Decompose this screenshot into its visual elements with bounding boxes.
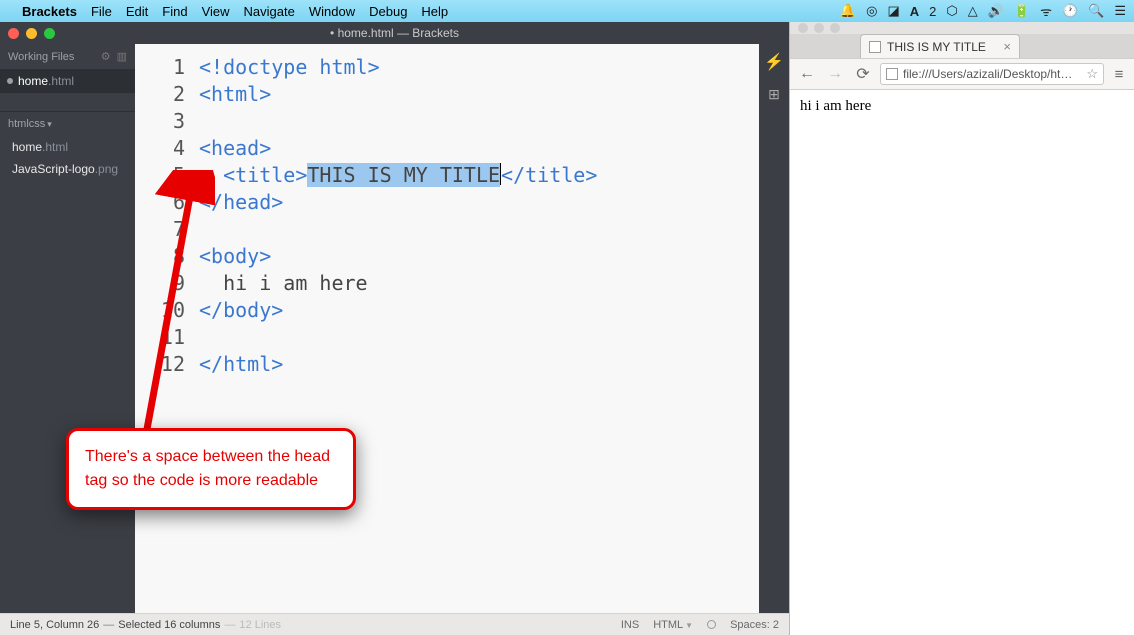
window-minimize-button[interactable]	[26, 28, 37, 39]
project-header[interactable]: htmlcss▾	[0, 111, 135, 136]
bell-icon[interactable]: 🔔	[840, 3, 856, 19]
brackets-titlebar[interactable]: • home.html — Brackets	[0, 22, 789, 44]
browser-viewport: hi i am here	[790, 90, 1134, 635]
app-name[interactable]: Brackets	[22, 4, 77, 19]
working-files-header[interactable]: Working Files ⚙ ▥	[0, 44, 135, 69]
page-icon	[886, 68, 898, 80]
page-icon	[869, 41, 881, 53]
window-close-button[interactable]	[8, 28, 19, 39]
menu-edit[interactable]: Edit	[126, 4, 148, 19]
file-ext: .html	[48, 74, 74, 88]
menu-file[interactable]: File	[91, 4, 112, 19]
status-linting-icon[interactable]	[707, 620, 716, 629]
address-bar[interactable]: file:///Users/azizali/Desktop/htm… ☆	[880, 63, 1104, 85]
code-area[interactable]: <!doctype html><html> <head> <title>THIS…	[195, 44, 759, 613]
annotation-callout: There's a space between the head tag so …	[66, 428, 356, 510]
list-icon[interactable]: ☰	[1114, 3, 1126, 19]
number-badge[interactable]: 2	[929, 4, 936, 19]
circle-icon[interactable]: ◎	[866, 3, 877, 19]
chrome-menu-icon[interactable]: ≡	[1110, 66, 1128, 83]
clock-icon[interactable]: 🕐	[1062, 3, 1078, 19]
app-icon[interactable]: ◪	[887, 3, 899, 19]
window-title: • home.html — Brackets	[0, 26, 789, 40]
forward-button[interactable]: →	[824, 65, 846, 83]
live-preview-icon[interactable]: ⚡	[764, 52, 784, 72]
code-editor[interactable]: 123456789101112 <!doctype html><html> <h…	[135, 44, 759, 613]
editor-toolbar: ⚡ ⊞	[759, 44, 789, 613]
status-spaces[interactable]: Spaces: 2	[730, 619, 779, 631]
brackets-window: • home.html — Brackets Working Files ⚙ ▥…	[0, 22, 789, 635]
volume-icon[interactable]: 🔊	[988, 3, 1004, 19]
chrome-maximize-button[interactable]	[830, 23, 840, 33]
file-name: home	[12, 140, 42, 154]
battery-icon[interactable]: 🔋	[1014, 3, 1030, 19]
project-file-item[interactable]: home.html	[0, 136, 135, 158]
window-maximize-button[interactable]	[44, 28, 55, 39]
wifi-icon[interactable]: ᯤ	[1040, 2, 1052, 20]
menu-debug[interactable]: Debug	[369, 4, 407, 19]
page-body-text: hi i am here	[800, 98, 871, 114]
menu-help[interactable]: Help	[421, 4, 448, 19]
browser-toolbar: ← → ⟳ file:///Users/azizali/Desktop/htm……	[790, 58, 1134, 90]
chrome-minimize-button[interactable]	[814, 23, 824, 33]
status-language[interactable]: HTML▼	[653, 619, 693, 631]
mac-status-icons: 🔔 ◎ ◪ A 2 ⬡ △ 🔊 🔋 ᯤ 🕐 🔍 ☰	[840, 2, 1126, 20]
brackets-sidebar: Working Files ⚙ ▥ home.html htmlcss▾ hom…	[0, 44, 135, 613]
status-selection: Selected 16 columns	[118, 619, 220, 631]
status-ins[interactable]: INS	[621, 619, 639, 631]
extensions-icon[interactable]: ⊞	[768, 86, 780, 103]
menu-window[interactable]: Window	[309, 4, 355, 19]
tab-title: THIS IS MY TITLE	[887, 40, 986, 54]
working-files-label: Working Files	[8, 51, 74, 63]
menu-find[interactable]: Find	[162, 4, 187, 19]
gear-icon[interactable]: ⚙	[101, 50, 111, 63]
bookmark-star-icon[interactable]: ☆	[1086, 66, 1098, 82]
url-text: file:///Users/azizali/Desktop/htm…	[903, 67, 1081, 81]
chrome-traffic-lights	[790, 22, 1134, 34]
chrome-window: THIS IS MY TITLE × ← → ⟳ file:///Users/a…	[789, 22, 1134, 635]
annotation-text: There's a space between the head tag so …	[85, 448, 330, 489]
file-name: home	[18, 74, 48, 88]
file-name: JavaScript-logo	[12, 162, 95, 176]
project-name: htmlcss	[8, 118, 45, 130]
working-file-item[interactable]: home.html	[0, 69, 135, 93]
adobe-icon[interactable]: A	[910, 4, 919, 19]
menu-view[interactable]: View	[202, 4, 230, 19]
tab-close-icon[interactable]: ×	[1003, 39, 1011, 54]
browser-tab[interactable]: THIS IS MY TITLE ×	[860, 34, 1020, 58]
project-file-item[interactable]: JavaScript-logo.png	[0, 158, 135, 180]
dropbox-icon[interactable]: ⬡	[946, 3, 957, 19]
drive-icon[interactable]: △	[968, 3, 978, 19]
chrome-close-button[interactable]	[798, 23, 808, 33]
status-cursor: Line 5, Column 26	[10, 619, 99, 631]
menu-navigate[interactable]: Navigate	[244, 4, 295, 19]
split-icon[interactable]: ▥	[117, 50, 127, 63]
reload-button[interactable]: ⟳	[852, 64, 874, 84]
file-ext: .html	[42, 140, 68, 154]
mac-menu-bar: Brackets File Edit Find View Navigate Wi…	[0, 0, 1134, 22]
back-button[interactable]: ←	[796, 65, 818, 83]
status-lines: 12 Lines	[239, 619, 281, 631]
status-bar: Line 5, Column 26 — Selected 16 columns …	[0, 613, 789, 635]
search-icon[interactable]: 🔍	[1088, 3, 1104, 19]
chevron-down-icon: ▾	[47, 119, 52, 129]
line-number-gutter: 123456789101112	[135, 44, 195, 613]
file-ext: .png	[95, 162, 118, 176]
